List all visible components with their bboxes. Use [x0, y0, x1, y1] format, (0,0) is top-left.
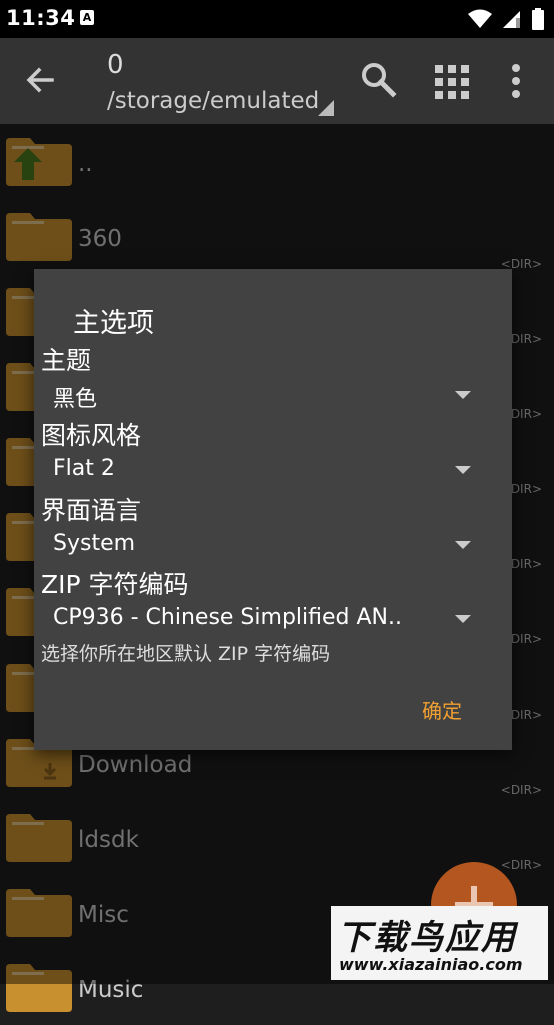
back-arrow-icon[interactable]: [22, 62, 58, 98]
icon-style-label: 图标风格: [41, 421, 142, 450]
battery-icon: [532, 8, 544, 30]
language-label: 界面语言: [41, 496, 142, 525]
zip-encoding-hint: 选择你所在地区默认 ZIP 字符编码: [41, 643, 331, 665]
current-path[interactable]: /storage/emulated: [107, 88, 319, 114]
grid-view-icon[interactable]: [434, 64, 470, 100]
zip-encoding-value: CP936 - Chinese Simplified AN..: [53, 605, 402, 630]
theme-value: 黑色: [53, 387, 98, 412]
watermark: 下载鸟应用 www.xiazainiao.com: [331, 906, 548, 980]
notification-app-icon: A: [80, 10, 94, 25]
language-value: System: [53, 531, 136, 556]
dialog-title: 主选项: [73, 308, 154, 339]
zip-encoding-select[interactable]: CP936 - Chinese Simplified AN..: [53, 603, 483, 637]
dropdown-arrow-icon: [455, 615, 471, 623]
wifi-icon: [468, 9, 492, 28]
status-time: 11:34: [6, 6, 76, 30]
system-icons: [468, 8, 544, 30]
ok-button[interactable]: 确定: [422, 695, 462, 724]
main-options-dialog: 主选项 主题 黑色 图标风格 Flat 2 界面语言 System ZIP 字符…: [34, 269, 512, 750]
dropdown-arrow-icon: [455, 466, 471, 474]
signal-icon: [503, 11, 520, 28]
theme-select[interactable]: 黑色: [53, 379, 483, 413]
zip-encoding-label: ZIP 字符编码: [41, 570, 189, 599]
icon-style-value: Flat 2: [53, 456, 115, 481]
app-bar: 0 /storage/emulated: [0, 38, 554, 124]
language-select[interactable]: System: [53, 529, 483, 563]
path-dropdown-icon[interactable]: [318, 100, 334, 116]
search-icon[interactable]: [359, 60, 397, 98]
watermark-title: 下载鸟应用: [337, 918, 517, 958]
theme-label: 主题: [41, 346, 92, 375]
status-bar: 11:34 A: [0, 0, 554, 38]
dropdown-arrow-icon: [455, 391, 471, 399]
dropdown-arrow-icon: [455, 541, 471, 549]
icon-style-select[interactable]: Flat 2: [53, 454, 483, 488]
selection-count: 0: [107, 50, 124, 80]
watermark-url: www.xiazainiao.com: [339, 955, 523, 974]
more-options-icon[interactable]: [505, 62, 527, 100]
